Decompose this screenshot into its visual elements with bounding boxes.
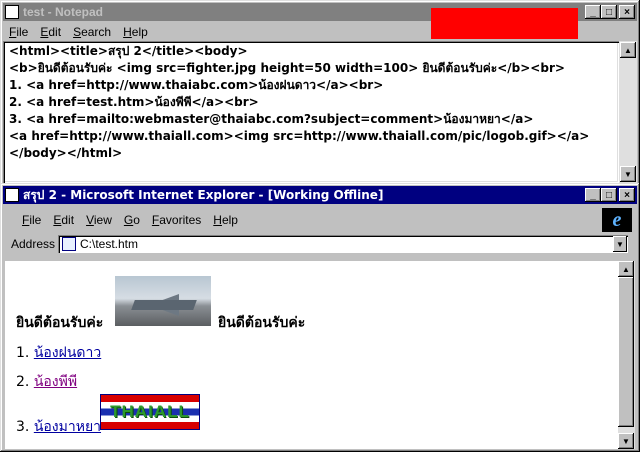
notepad-scrollbar[interactable]: ▲ ▼	[619, 41, 637, 183]
browser-titlebar[interactable]: สรุป 2 - Microsoft Internet Explorer - […	[3, 186, 637, 204]
notepad-title: test - Notepad	[23, 5, 104, 19]
maximize-button[interactable]: □	[601, 188, 617, 202]
code-line: <a href=http://www.thaiall.com><img src=…	[9, 129, 590, 143]
minimize-button[interactable]: _	[585, 5, 601, 19]
scroll-up-icon[interactable]: ▲	[618, 261, 634, 277]
scroll-up-icon[interactable]: ▲	[620, 42, 636, 58]
scroll-down-icon[interactable]: ▼	[618, 433, 634, 449]
address-value: C:\test.htm	[80, 237, 139, 251]
code-line: <b>ยินดีต้อนรับค่ะ <img src=fighter.jpg …	[9, 61, 565, 75]
list-number: 2.	[16, 374, 30, 390]
address-input[interactable]: C:\test.htm ▼	[58, 235, 628, 253]
menu-help[interactable]: Help	[117, 25, 154, 39]
code-line: </body></html>	[9, 146, 123, 160]
ie-page-icon	[5, 188, 19, 202]
browser-title: สรุป 2 - Microsoft Internet Explorer - […	[23, 187, 384, 202]
welcome-text-right: ยินดีต้อนรับค่ะ	[218, 315, 306, 331]
notepad-editor[interactable]: <html><title>สรุป 2</title><body> <b>ยินด…	[3, 41, 619, 183]
code-line: 2. <a href=test.htm>น้องพีพี</a><br>	[9, 95, 259, 109]
list-item: 3. น้องมาหยา	[16, 416, 101, 438]
notepad-icon	[5, 5, 19, 19]
menu-favorites[interactable]: Favorites	[146, 213, 207, 227]
menu-file[interactable]: File	[16, 213, 47, 227]
close-button[interactable]: ×	[619, 5, 635, 19]
minimize-button[interactable]: _	[585, 188, 601, 202]
thaiall-banner-link[interactable]: THAIALL	[100, 394, 200, 430]
redaction-block	[431, 8, 578, 39]
menu-search[interactable]: Search	[67, 25, 117, 39]
notepad-text: <html><title>สรุป 2</title><body> <b>ยินด…	[3, 41, 619, 162]
ie-logo-icon: e	[602, 208, 632, 232]
link-rain-star[interactable]: น้องฝนดาว	[34, 345, 101, 361]
menu-edit[interactable]: Edit	[34, 25, 67, 39]
menu-go[interactable]: Go	[118, 213, 146, 227]
list-number: 3.	[16, 419, 30, 435]
list-item: 2. น้องพีพี	[16, 371, 77, 393]
menu-file[interactable]: File	[3, 25, 34, 39]
list-item: 1. น้องฝนดาว	[16, 342, 101, 364]
thaiall-logo-text: THAIALL	[110, 402, 190, 421]
link-mahaya[interactable]: น้องมาหยา	[34, 419, 101, 435]
close-button[interactable]: ×	[619, 188, 635, 202]
address-label: Address	[11, 237, 56, 251]
menu-edit[interactable]: Edit	[47, 213, 80, 227]
code-line: 3. <a href=mailto:webmaster@thaiabc.com?…	[9, 112, 534, 126]
maximize-button[interactable]: □	[601, 5, 617, 19]
page-icon	[62, 237, 76, 251]
scroll-down-icon[interactable]: ▼	[620, 166, 636, 182]
scroll-thumb[interactable]	[618, 277, 634, 427]
link-pp[interactable]: น้องพีพี	[34, 374, 77, 390]
code-line: <html><title>สรุป 2</title><body>	[9, 44, 248, 58]
menu-view[interactable]: View	[80, 213, 118, 227]
code-line: 1. <a href=http://www.thaiabc.com>น้องฝน…	[9, 78, 384, 92]
browser-menubar: File Edit View Go Favorites Help	[16, 210, 637, 230]
menu-help[interactable]: Help	[207, 213, 244, 227]
browser-scrollbar[interactable]: ▲ ▼	[618, 261, 635, 449]
list-number: 1.	[16, 345, 30, 361]
address-dropdown-icon[interactable]: ▼	[613, 236, 627, 252]
welcome-text-left: ยินดีต้อนรับค่ะ	[16, 315, 104, 331]
fighter-jet-image	[115, 276, 211, 326]
